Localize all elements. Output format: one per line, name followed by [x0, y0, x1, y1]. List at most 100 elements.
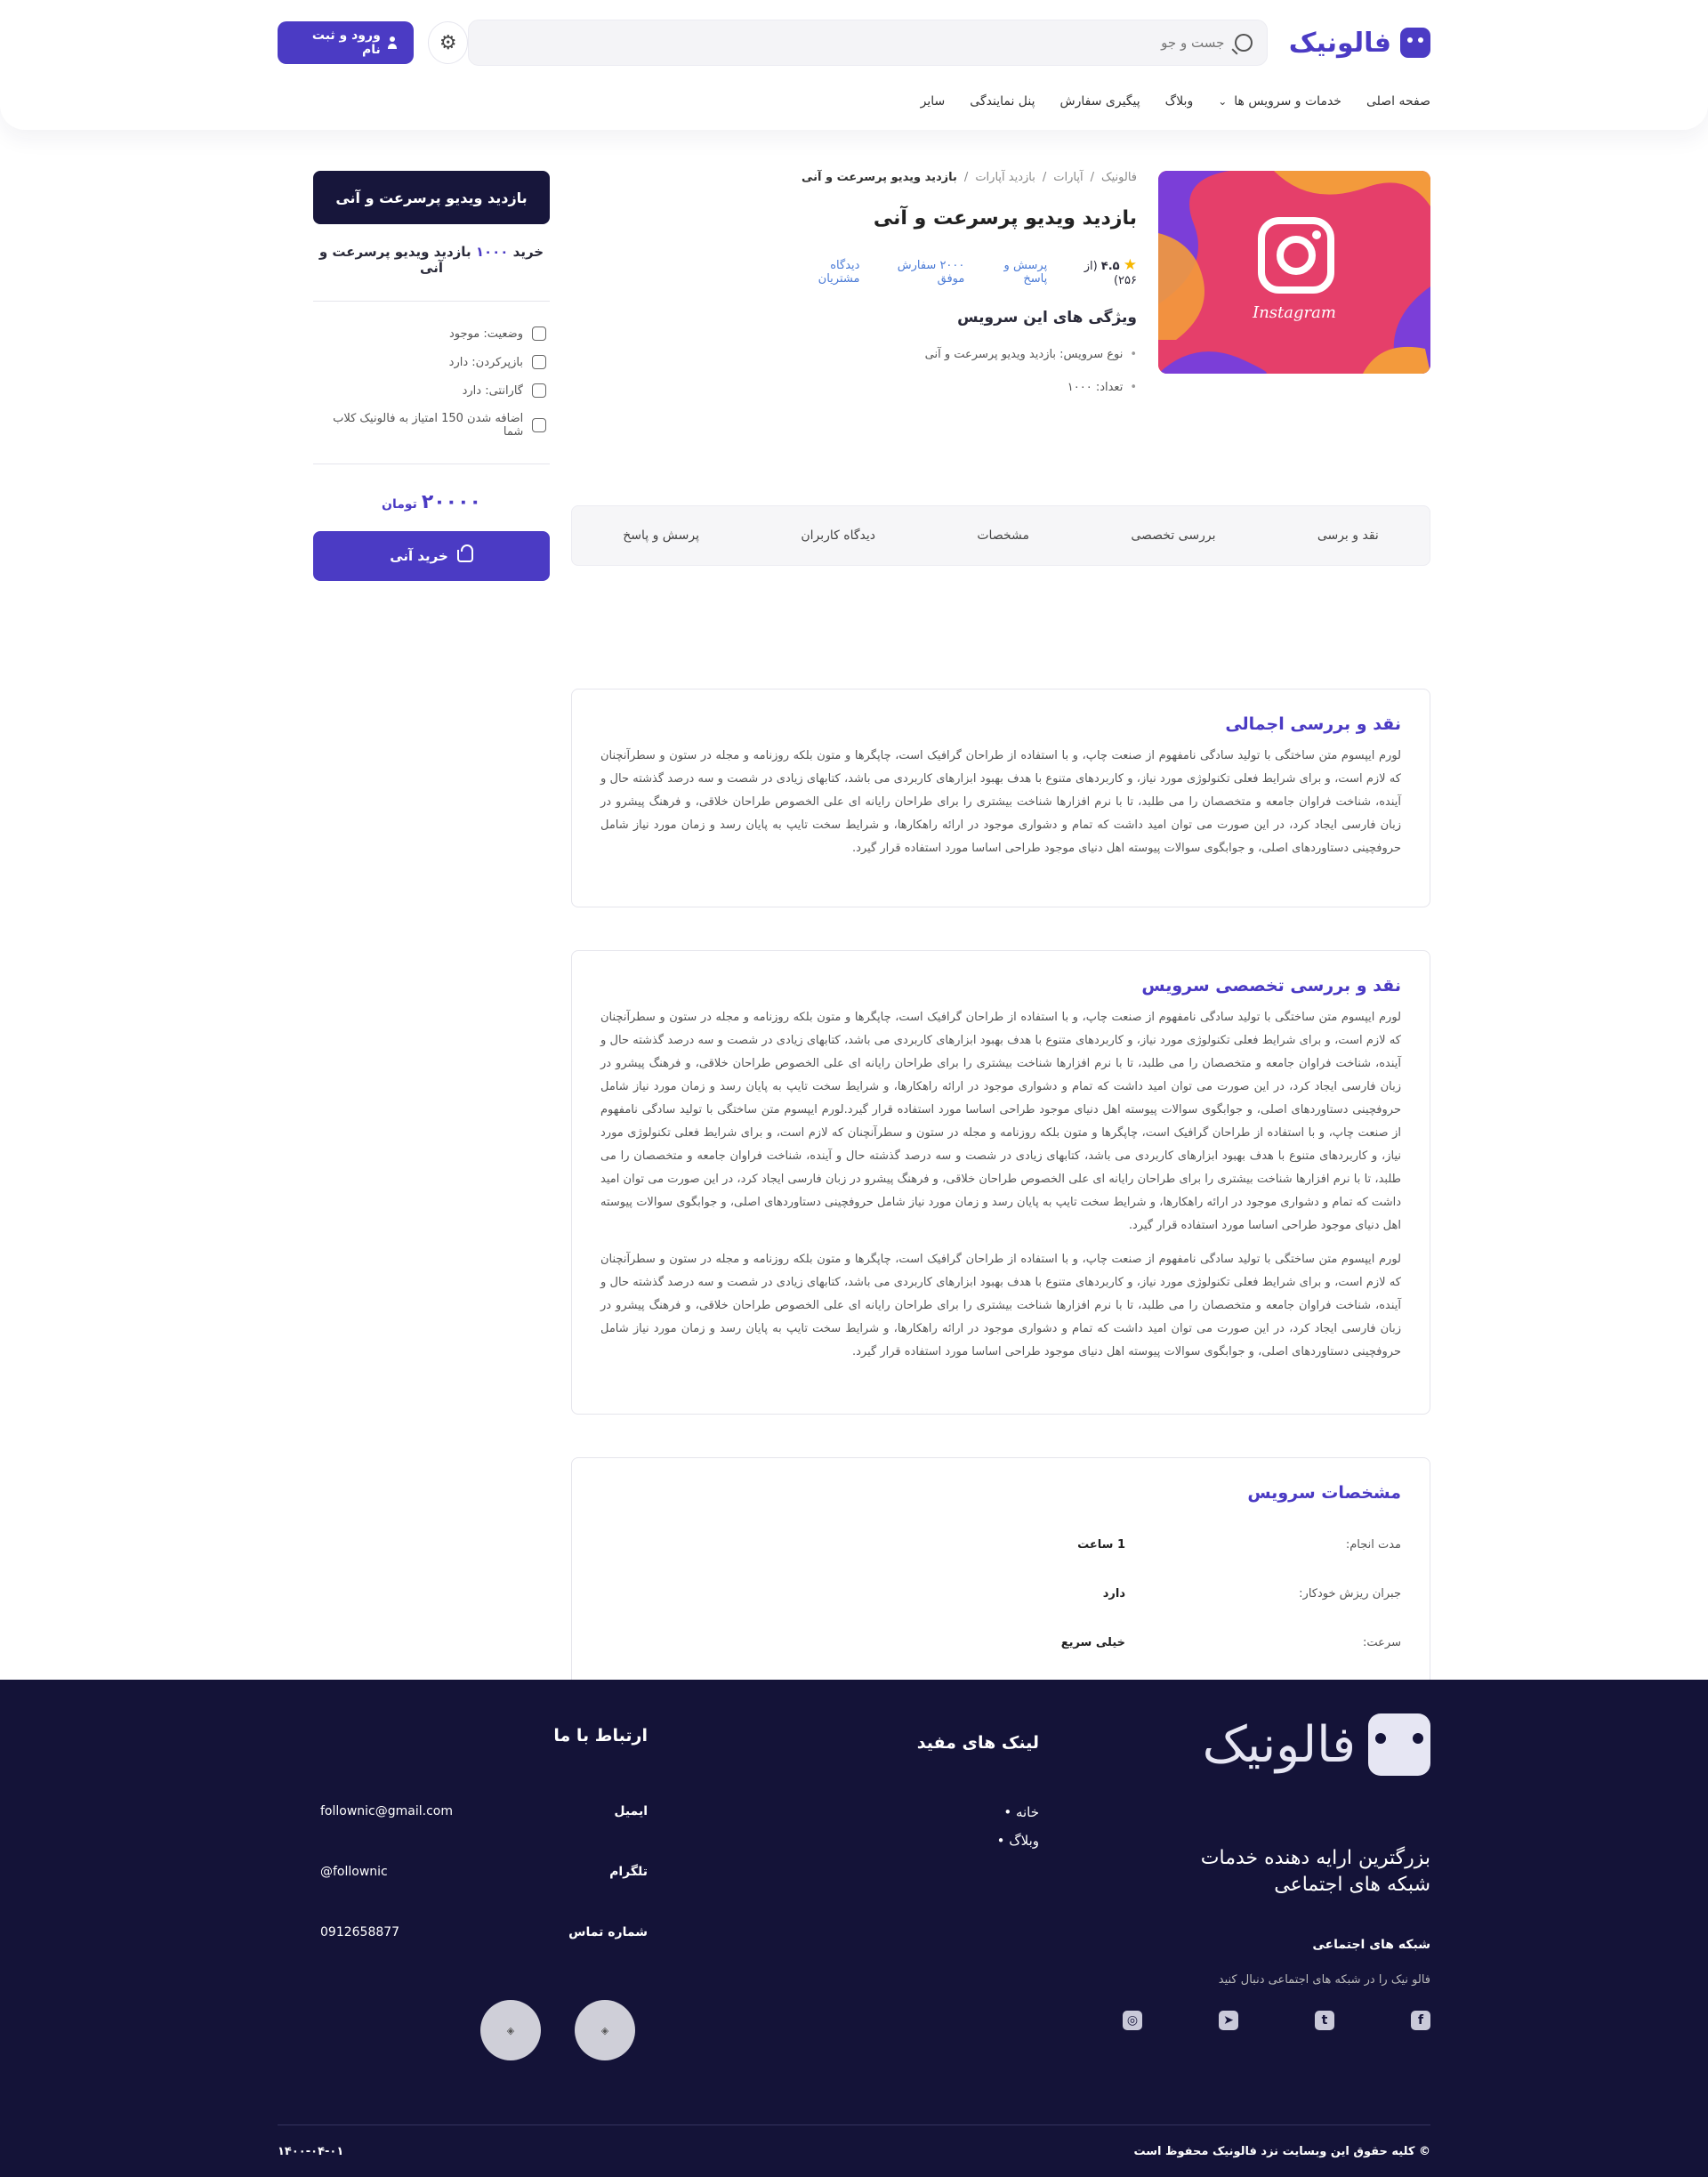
svg-text:Instagram: Instagram: [1252, 303, 1336, 322]
breadcrumb-aparat-views[interactable]: بازدید آپارات: [975, 171, 1035, 184]
footer-link-home[interactable]: خانه: [997, 1804, 1039, 1820]
sidebar-title: بازدید ویدیو پرسرعت و آنی: [313, 171, 550, 224]
specs-title: مشخصات سرویس: [1247, 1483, 1401, 1503]
features-list: نوع سرویس: بازدید ویدیو پرسرعت و آنی تعد…: [799, 348, 1137, 394]
trust-badges: ◈ ◈: [480, 2000, 635, 2060]
search-icon: [1235, 34, 1253, 52]
content-cards: نقد و بررسی اجمالی لورم ایپسوم متن ساختگ…: [571, 689, 1430, 1724]
breadcrumb-aparat[interactable]: آپارات: [1053, 171, 1083, 184]
product-tabs: نقد و برسی بررسی تخصصی مشخصات دیدگاه کار…: [571, 505, 1430, 566]
purchase-sidebar: بازدید ویدیو پرسرعت و آنی خرید ۱۰۰۰ بازد…: [313, 171, 550, 581]
login-label: ورود و ثبت نام: [311, 28, 381, 57]
contact-row-telegram: تلگرام follownic@: [320, 1865, 648, 1879]
tab-specs[interactable]: مشخصات: [977, 528, 1029, 543]
nav-home[interactable]: صفحه اصلی: [1366, 94, 1430, 109]
chevron-down-icon: ⌄: [1218, 95, 1228, 108]
points-row: اضافه شدن 150 امتیاز به فالونیک کلاب شما: [313, 412, 550, 439]
telegram-link[interactable]: follownic@: [320, 1865, 388, 1879]
divider: [313, 301, 550, 302]
email-link[interactable]: follownic@gmail.com: [320, 1804, 453, 1818]
review-title: نقد و بررسی اجمالی: [1225, 714, 1401, 734]
review-card: نقد و بررسی اجمالی لورم ایپسوم متن ساختگ…: [571, 689, 1430, 907]
review-text: لورم ایپسوم متن ساختگی با تولید سادگی نا…: [600, 749, 1401, 855]
feature-item: نوع سرویس: بازدید ویدیو پرسرعت و آنی: [799, 348, 1137, 361]
breadcrumb: فالونیک / آپارات / بازدید آپارات / بازدید و…: [801, 171, 1137, 184]
feature-item: تعداد: ۱۰۰۰: [799, 381, 1137, 394]
shield-icon: [532, 383, 546, 398]
nav-services[interactable]: خدمات و سرویس ها ⌄: [1218, 94, 1341, 109]
price: ۲۰۰۰۰ تومان: [382, 491, 481, 513]
site-footer: فالونیک بزرگترین ارایه دهنده خدمات شبکه …: [0, 1680, 1708, 2177]
search-input[interactable]: [483, 35, 1225, 51]
instagram-icon[interactable]: ◎: [1123, 2011, 1142, 2030]
robot-logo-icon: [1400, 28, 1430, 58]
expert-text: لورم ایپسوم متن ساختگی با تولید سادگی نا…: [600, 1253, 1401, 1359]
breadcrumb-current: بازدید ویدیو پرسرعت و آنی: [801, 171, 957, 184]
spec-row: سرعت: خیلی سریع: [1060, 1636, 1401, 1649]
footer-date: ۱۴۰۰-۰۴-۰۱: [278, 2145, 344, 2158]
tab-comments[interactable]: دیدگاه کاربران: [801, 528, 875, 543]
tab-review[interactable]: نقد و برسی: [1317, 528, 1379, 543]
star-icon: ★: [1123, 256, 1137, 274]
spec-row: مدت انجام: 1 ساعت: [1077, 1538, 1401, 1552]
nav-agency-panel[interactable]: پنل نمایندگی: [970, 94, 1035, 109]
telegram-icon[interactable]: ➤: [1219, 2011, 1238, 2030]
orders-link[interactable]: ۲۰۰۰ سفارش موفق: [884, 259, 965, 286]
nav-other[interactable]: سایر: [921, 94, 946, 109]
nav-blog[interactable]: وبلاگ: [1165, 94, 1194, 109]
settings-button[interactable]: ⚙: [428, 21, 469, 64]
warranty-row: گارانتی: دارد: [313, 383, 550, 398]
buy-now-button[interactable]: خرید آنی: [313, 531, 550, 581]
contact-row-email: ایمیل follownic@gmail.com: [320, 1804, 648, 1818]
main-nav: صفحه اصلی خدمات و سرویس ها ⌄ وبلاگ پیگیر…: [278, 85, 1430, 109]
rating: ★ ۴.۵ (از ۲۵۶): [1084, 256, 1137, 287]
expert-review-card: نقد و بررسی تخصصی سرویس لورم ایپسوم متن …: [571, 950, 1430, 1415]
status-row: وضعیت: موجود: [313, 327, 550, 341]
refund-row: بازپرکردن: دارد: [313, 355, 550, 369]
robot-logo-icon: [1368, 1713, 1430, 1776]
footer-logo-text: فالونیک: [1202, 1715, 1356, 1774]
tab-qa[interactable]: پرسش و پاسخ: [623, 528, 699, 543]
site-header: فالونیک ⚙ ورود و ثبت نام صفحه اصلی خدمات…: [0, 0, 1708, 130]
footer-link-blog[interactable]: وبلاگ: [997, 1833, 1039, 1849]
logo-text: فالونیک: [1288, 27, 1391, 59]
links-title: لینک های مفید: [916, 1733, 1039, 1753]
product-image: Instagram: [1158, 171, 1430, 374]
spec-row: جبران ریزش خودکار: دارد: [1102, 1587, 1401, 1600]
phone-link[interactable]: 0912658877: [320, 1925, 399, 1939]
site-logo[interactable]: فالونیک: [1289, 28, 1430, 59]
twitter-icon[interactable]: t: [1315, 2011, 1334, 2030]
footer-logo[interactable]: فالونیک: [1203, 1713, 1430, 1776]
instagram-product-art: Instagram: [1158, 171, 1430, 374]
useful-links: خانه وبلاگ: [997, 1804, 1039, 1861]
buy-now-label: خرید آنی: [390, 548, 448, 564]
social-text: فالو نیک را در شبکه های اجتماعی دنبال کن…: [1218, 1973, 1430, 1987]
breadcrumb-home[interactable]: فالونیک: [1101, 171, 1137, 184]
samandehi-badge-icon[interactable]: ◈: [575, 2000, 635, 2060]
facebook-icon[interactable]: f: [1411, 2011, 1430, 2030]
basket-status-icon: [532, 327, 546, 341]
product-section: Instagram فالونیک / آپارات / بازدید آپارات…: [278, 130, 1430, 628]
product-title: بازدید ویدیو پرسرعت و آنی: [873, 207, 1137, 230]
contact-row-phone: شماره تماس 0912658877: [320, 1925, 648, 1939]
qa-link[interactable]: پرسش و پاسخ: [989, 259, 1048, 286]
social-icons: f t ➤ ◎: [1123, 2011, 1430, 2030]
search-bar[interactable]: [468, 20, 1268, 66]
social-title: شبکه های اجتماعی: [1312, 1938, 1430, 1952]
footer-slogan: بزرگترین ارایه دهنده خدمات شبکه های اجتم…: [1200, 1847, 1430, 1896]
sidebar-buy-text: خرید ۱۰۰۰ بازدید ویدیو پرسرعت و آنی: [318, 244, 544, 276]
star-outline-icon: [532, 418, 546, 432]
expert-text: لورم ایپسوم متن ساختگی با تولید سادگی نا…: [600, 1011, 1401, 1232]
user-icon: [387, 36, 398, 49]
features-title: ویژگی های این سرویس: [957, 309, 1137, 327]
contact-title: ارتباط با ما: [553, 1726, 648, 1746]
contact-info: ایمیل follownic@gmail.com تلگرام follownic…: [320, 1804, 648, 1986]
reviews-link[interactable]: دیدگاه مشتریان: [799, 259, 860, 286]
footer-bottom: © کلیه حقوق این وبسایت نزد فالونیک محفوظ…: [278, 2125, 1430, 2158]
samandehi-badge-icon[interactable]: ◈: [480, 2000, 541, 2060]
nav-order-tracking[interactable]: پیگیری سفارش: [1060, 94, 1140, 109]
login-button[interactable]: ورود و ثبت نام: [278, 21, 415, 64]
expert-title: نقد و بررسی تخصصی سرویس: [1141, 976, 1401, 996]
nav-services-label: خدمات و سرویس ها: [1234, 94, 1341, 109]
tab-expert-review[interactable]: بررسی تخصصی: [1131, 528, 1215, 543]
